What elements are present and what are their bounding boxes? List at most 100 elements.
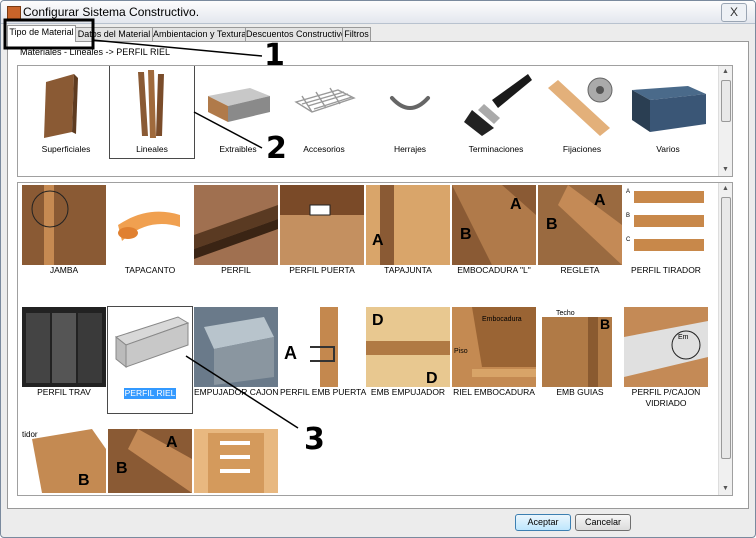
category-accesorios[interactable]: Accesorios (282, 66, 366, 158)
material-empujador-cajon[interactable]: EMPUJADOR CAJON (194, 307, 279, 413)
label-a: A (626, 189, 630, 195)
title-bar: Configurar Sistema Constructivo. X (1, 1, 755, 24)
material-perfil[interactable]: PERFIL (194, 185, 278, 279)
scroll-up-arrow-icon[interactable]: ▲ (719, 183, 732, 195)
scroll-down-arrow-icon[interactable]: ▼ (719, 483, 732, 495)
category-gallery[interactable]: Superficiales Lineales Extraibles Acceso… (17, 65, 733, 177)
category-label: Accesorios (303, 144, 345, 154)
category-label: Superficiales (41, 144, 91, 154)
material-perfil-cajon-vidriado[interactable]: Em PERFIL P/CAJON VIDRIADO (624, 307, 708, 413)
material-label: EMBOCADURA "L" (457, 265, 531, 275)
tab-filtros[interactable]: Filtros (342, 27, 371, 41)
material-embocadura-l[interactable]: AB EMBOCADURA "L" (452, 185, 536, 279)
category-terminaciones[interactable]: Terminaciones (454, 66, 538, 158)
perfil-cajon-vidriado-thumbnail: Em (624, 307, 708, 387)
perfil-tirador-thumbnail: A B C (624, 185, 708, 265)
material-label: PERFIL PUERTA (289, 265, 355, 275)
emb-empujador-thumbnail: DD (366, 307, 450, 387)
jamba-thumbnail (22, 185, 106, 265)
handle-icon (368, 66, 452, 144)
label-a: A (166, 434, 178, 451)
category-label: Varios (656, 144, 680, 154)
label-em: Em (678, 334, 689, 341)
annotation-number-2: 2 (266, 131, 287, 166)
label-b: B (626, 213, 630, 219)
label-a: A (510, 196, 522, 213)
perfil-thumbnail (194, 185, 278, 265)
tapacanto-thumbnail (108, 185, 192, 265)
empujador-cajon-thumbnail (194, 307, 278, 387)
category-label: Terminaciones (468, 144, 524, 154)
category-herrajes[interactable]: Herrajes (368, 66, 452, 158)
close-button[interactable]: X (721, 3, 747, 22)
material-perfil-tirador[interactable]: A B C PERFIL TIRADOR (624, 185, 708, 279)
annotation-number-3: 3 (304, 422, 325, 457)
material-label: JAMBA (49, 265, 79, 275)
category-fijaciones[interactable]: Fijaciones (540, 66, 624, 158)
wire-rack-icon (282, 66, 366, 144)
material-label-selected: PERFIL RIEL (123, 388, 177, 399)
breadcrumb: Materiales - Lineales -> PERFIL RIEL (20, 47, 170, 57)
tab-ambientacion-texturas[interactable]: Ambientacion y Texturas (152, 27, 251, 41)
material-label: TAPAJUNTA (384, 265, 432, 275)
scroll-down-arrow-icon[interactable]: ▼ (719, 164, 732, 176)
category-superficiales[interactable]: Superficiales (24, 66, 108, 158)
perfil-emb-puerta-thumbnail: A (280, 307, 364, 387)
scrollbar-thumb[interactable] (721, 80, 731, 122)
material-label: PERFIL P/CAJON VIDRIADO (631, 387, 701, 408)
material-label: EMPUJADOR CAJON (194, 387, 279, 397)
material-label: PERFIL TIRADOR (631, 265, 701, 275)
label-a: A (372, 232, 384, 249)
label-techo: Techo (556, 310, 575, 317)
regleta-thumbnail: AB (538, 185, 622, 265)
material-emb-empujador[interactable]: DD EMB EMPUJADOR (366, 307, 450, 413)
material-item[interactable] (194, 429, 278, 493)
perfil-trav-thumbnail (22, 307, 106, 387)
material-label: REGLETA (560, 265, 600, 275)
label-embocadura: Embocadura (482, 316, 522, 323)
material-label: EMB EMPUJADOR (370, 387, 446, 397)
dialog-window: Configurar Sistema Constructivo. X Tipo … (0, 0, 756, 538)
material-riel-embocadura[interactable]: Embocadura Piso RIEL EMBOCADURA (452, 307, 536, 413)
material-regleta[interactable]: AB REGLETA (538, 185, 622, 279)
emb-guias-thumbnail: Techo B (538, 307, 622, 387)
materials-gallery[interactable]: JAMBA TAPACANTO PERFIL PERFIL PUERTA A T… (17, 182, 733, 496)
tab-descuentos-constructivos[interactable]: Descuentos Constructivos (245, 27, 351, 41)
category-lineales[interactable]: Lineales (109, 66, 195, 159)
category-varios[interactable]: Varios (626, 66, 710, 158)
material-label: EMB GUIAS (556, 387, 604, 397)
wood-strips-icon (110, 66, 194, 144)
material-perfil-puerta[interactable]: PERFIL PUERTA (280, 185, 364, 279)
material-jamba[interactable]: JAMBA (22, 185, 106, 279)
tab-datos-del-material[interactable]: Datos del Material (75, 27, 153, 41)
material-label: PERFIL EMB PUERTA (280, 387, 367, 397)
embocadura-l-thumbnail: AB (452, 185, 536, 265)
material-tapajunta[interactable]: A TAPAJUNTA (366, 185, 450, 279)
material-emb-guias[interactable]: Techo B EMB GUIAS (538, 307, 622, 413)
label-piso: Piso (454, 348, 468, 355)
paintbrush-icon (454, 66, 538, 144)
accept-button[interactable]: Aceptar (515, 514, 571, 531)
material-item[interactable]: tidor B (22, 429, 106, 493)
scroll-up-arrow-icon[interactable]: ▲ (719, 66, 732, 78)
category-scrollbar[interactable]: ▲ ▼ (718, 66, 732, 176)
label-d: D (426, 370, 438, 387)
tapajunta-thumbnail: A (366, 185, 450, 265)
category-label: Herrajes (393, 144, 427, 154)
material-thumbnail: AB (108, 429, 192, 493)
materials-scrollbar[interactable]: ▲ ▼ (718, 183, 732, 495)
label-tidor: tidor (22, 430, 38, 439)
container-icon (626, 66, 710, 144)
tab-panel: Materiales - Lineales -> PERFIL RIEL Sup… (7, 41, 749, 509)
label-b: B (460, 226, 472, 243)
material-perfil-emb-puerta[interactable]: A PERFIL EMB PUERTA (280, 307, 367, 413)
material-item[interactable]: AB (108, 429, 192, 493)
tab-tipo-de-material[interactable]: Tipo de Material (7, 25, 76, 42)
label-d: D (372, 312, 384, 329)
material-tapacanto[interactable]: TAPACANTO (108, 185, 192, 279)
cancel-button[interactable]: Cancelar (575, 514, 631, 531)
material-perfil-trav[interactable]: PERFIL TRAV (22, 307, 106, 413)
material-perfil-riel[interactable]: PERFIL RIEL (107, 306, 193, 414)
category-label: Lineales (136, 144, 168, 154)
scrollbar-thumb[interactable] (721, 197, 731, 459)
